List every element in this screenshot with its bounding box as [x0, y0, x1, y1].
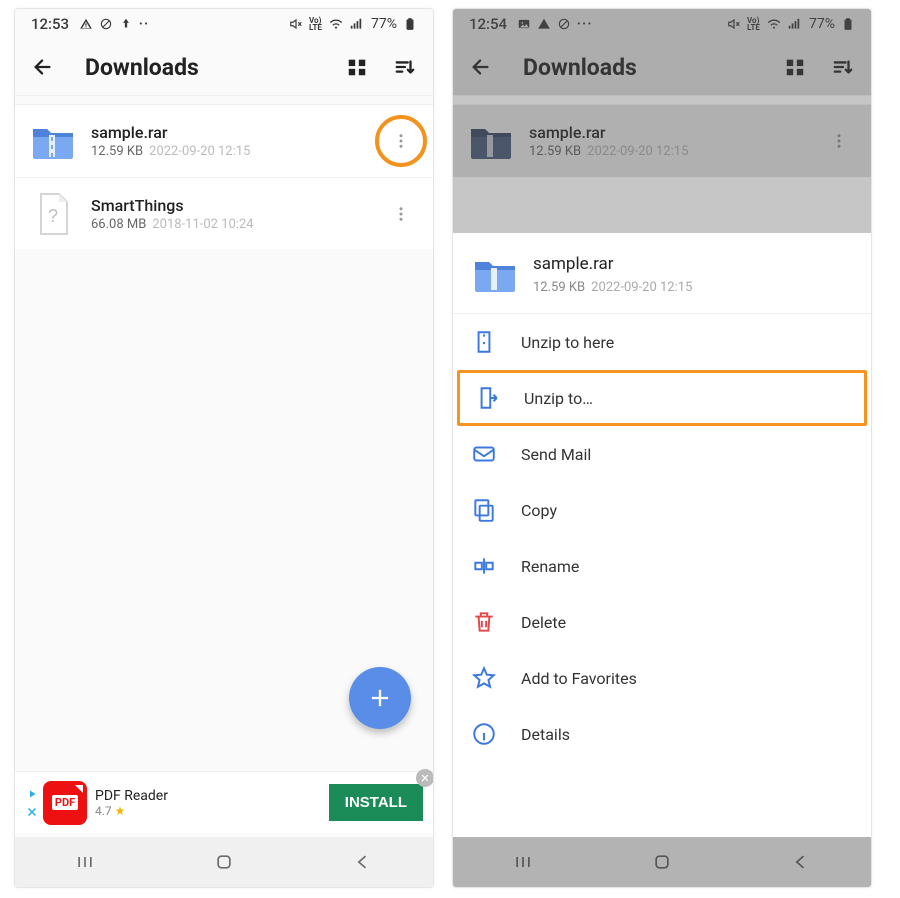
unzip-to-icon [474, 385, 500, 411]
action-unzip-here[interactable]: Unzip to here [453, 314, 871, 370]
svg-text:?: ? [48, 206, 58, 226]
file-more-button[interactable] [383, 196, 419, 232]
sheet-file-size: 12.59 KB [533, 280, 585, 295]
file-row-unknown[interactable]: ? SmartThings 66.08 MB 2018-11-02 10:24 [15, 177, 433, 249]
file-size: 12.59 KB [91, 144, 143, 159]
sort-button[interactable] [825, 49, 861, 85]
wifi-icon [329, 17, 343, 31]
action-details[interactable]: Details [453, 706, 871, 762]
no-entry-icon [557, 17, 571, 31]
grid-view-button[interactable] [339, 49, 375, 85]
warning-icon [537, 17, 551, 31]
mute-icon [727, 17, 741, 31]
action-rename[interactable]: Rename [453, 538, 871, 594]
file-size: 66.08 MB [91, 217, 146, 232]
file-row-archive[interactable]: sample.rar 12.59 KB 2022-09-20 12:15 [453, 105, 871, 177]
no-entry-icon [99, 17, 113, 31]
status-bar: 12:53 •• Vo)LTE 77% [15, 9, 433, 39]
install-button[interactable]: INSTALL [329, 784, 423, 821]
image-icon [517, 17, 531, 31]
battery-icon [403, 17, 417, 31]
ad-app-icon: PDF [43, 781, 87, 825]
action-delete[interactable]: Delete [453, 594, 871, 650]
mute-icon [289, 17, 303, 31]
ad-title: PDF Reader [95, 788, 168, 804]
system-navbar [15, 837, 433, 887]
rename-icon [471, 553, 497, 579]
action-unzip-to[interactable]: Unzip to… [457, 370, 867, 426]
page-title: Downloads [523, 54, 637, 81]
mail-icon [471, 441, 497, 467]
file-name: sample.rar [91, 123, 250, 142]
more-notifications-icon: •• [139, 19, 150, 30]
battery-percent: 77% [809, 16, 835, 32]
ad-close-button[interactable] [416, 769, 434, 787]
file-date: 2022-09-20 12:15 [587, 144, 688, 159]
nav-home-button[interactable] [196, 844, 252, 880]
delete-icon [471, 609, 497, 635]
phone-screenshot-2: 12:54 ••• Vo)LTE 77% Downloads [452, 8, 872, 888]
nav-back-button[interactable] [773, 844, 829, 880]
signal-icon [787, 17, 801, 31]
info-icon [471, 721, 497, 747]
action-sheet: sample.rar 12.59 KB 2022-09-20 12:15 Unzi… [453, 233, 871, 837]
nav-recents-button[interactable] [57, 844, 113, 880]
file-more-button[interactable] [383, 123, 419, 159]
phone-screenshot-1: 12:53 •• Vo)LTE 77% Downloads [14, 8, 434, 888]
file-name: SmartThings [91, 196, 254, 215]
sheet-file-name: sample.rar [533, 254, 692, 274]
zip-folder-icon [467, 117, 515, 165]
warning-icon [79, 17, 93, 31]
file-size: 12.59 KB [529, 144, 581, 159]
status-time: 12:54 [469, 15, 507, 33]
volte-icon: Vo)LTE [747, 17, 761, 31]
status-bar: 12:54 ••• Vo)LTE 77% [453, 9, 871, 39]
copy-icon [471, 497, 497, 523]
grid-view-button[interactable] [777, 49, 813, 85]
file-date: 2018-11-02 10:24 [152, 217, 253, 232]
app-header: Downloads [453, 39, 871, 95]
file-row-archive[interactable]: sample.rar 12.59 KB 2022-09-20 12:15 [15, 105, 433, 177]
file-more-button[interactable] [821, 123, 857, 159]
back-button[interactable] [463, 49, 499, 85]
signal-icon [349, 17, 363, 31]
wifi-icon [767, 17, 781, 31]
volte-icon: Vo)LTE [309, 17, 323, 31]
battery-percent: 77% [371, 16, 397, 32]
unknown-file-icon: ? [29, 190, 77, 238]
fab-add-button[interactable] [349, 667, 411, 729]
battery-icon [841, 17, 855, 31]
action-send-mail[interactable]: Send Mail [453, 426, 871, 482]
file-name: sample.rar [529, 123, 688, 142]
sheet-file-date: 2022-09-20 12:15 [591, 280, 692, 295]
nav-back-button[interactable] [335, 844, 391, 880]
sheet-header: sample.rar 12.59 KB 2022-09-20 12:15 [453, 233, 871, 314]
star-icon: ★ [115, 804, 126, 818]
action-favorite[interactable]: Add to Favorites [453, 650, 871, 706]
zip-folder-icon [29, 117, 77, 165]
action-copy[interactable]: Copy [453, 482, 871, 538]
ad-marker-icon [25, 788, 39, 818]
file-list: sample.rar 12.59 KB 2022-09-20 12:15 ? Sm… [15, 105, 433, 249]
file-list: sample.rar 12.59 KB 2022-09-20 12:15 [453, 105, 871, 177]
more-notifications-icon: ••• [577, 19, 593, 30]
system-navbar [453, 837, 871, 887]
star-icon [471, 665, 497, 691]
nav-home-button[interactable] [634, 844, 690, 880]
file-date: 2022-09-20 12:15 [149, 144, 250, 159]
back-button[interactable] [25, 49, 61, 85]
zip-folder-icon [471, 249, 519, 299]
app-icon [119, 17, 133, 31]
page-title: Downloads [85, 54, 199, 81]
sort-button[interactable] [387, 49, 423, 85]
ad-rating: 4.7 [95, 804, 112, 818]
app-header: Downloads [15, 39, 433, 95]
nav-recents-button[interactable] [495, 844, 551, 880]
ad-banner[interactable]: PDF PDF Reader 4.7 ★ INSTALL [15, 771, 433, 833]
unzip-here-icon [471, 329, 497, 355]
status-time: 12:53 [31, 15, 69, 33]
